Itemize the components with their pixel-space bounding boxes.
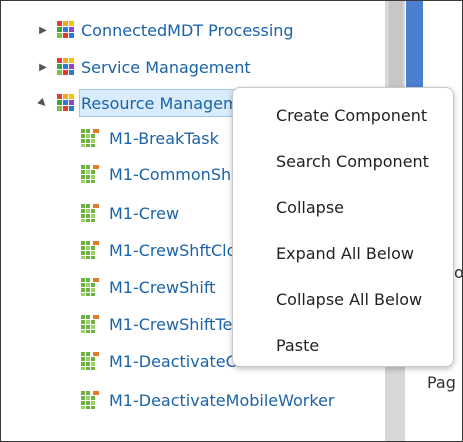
- tree-item-service-management[interactable]: ▶ Service Management: [37, 54, 251, 80]
- menu-item-expand-all-below[interactable]: Expand All Below: [276, 244, 414, 263]
- tree-item-label: ConnectedMDT Processing: [81, 20, 294, 40]
- tree-item-label: Resource Managem: [81, 93, 239, 113]
- menu-item-create-component[interactable]: Create Component: [276, 106, 427, 125]
- tree-child-label: M1-CommonShi: [109, 164, 236, 184]
- expand-caret-icon[interactable]: ▶: [37, 24, 49, 36]
- menu-item-paste[interactable]: Paste: [276, 336, 319, 355]
- component-icon: [81, 241, 99, 259]
- component-icon: [81, 165, 99, 183]
- tree-child-item[interactable]: M1-BreakTask: [81, 125, 219, 151]
- context-menu: Create Component Search Component Collap…: [232, 87, 454, 367]
- tree-child-label: M1-Crew: [109, 203, 180, 223]
- tree-child-item[interactable]: M1-CrewShiftTer: [81, 311, 239, 337]
- module-grid-icon: [57, 21, 75, 39]
- expand-caret-icon[interactable]: ▶: [37, 61, 49, 73]
- menu-item-collapse-all-below[interactable]: Collapse All Below: [276, 290, 422, 309]
- component-icon: [81, 391, 99, 409]
- tree-item-label: Service Management: [81, 57, 251, 77]
- tree-child-label: M1-BreakTask: [109, 128, 219, 148]
- tree-child-item[interactable]: M1-DeactivateMobileWorker: [81, 387, 334, 413]
- menu-item-collapse[interactable]: Collapse: [276, 198, 344, 217]
- tree-child-label: M1-CrewShftClo: [109, 240, 237, 260]
- tree-item-resource-management[interactable]: ▶ Resource Managem: [35, 90, 239, 116]
- module-grid-icon: [57, 94, 75, 112]
- component-icon: [81, 278, 99, 296]
- partial-page-label: Pag: [427, 373, 456, 392]
- tree-child-label: M1-DeactivateMobileWorker: [109, 390, 335, 410]
- tree-child-label: M1-CrewShiftTer: [109, 314, 239, 334]
- component-icon: [81, 352, 99, 370]
- collapse-caret-icon[interactable]: ▶: [35, 95, 52, 112]
- component-icon: [81, 129, 99, 147]
- tree-child-item[interactable]: M1-CrewShift: [81, 274, 215, 300]
- menu-item-search-component[interactable]: Search Component: [276, 152, 429, 171]
- component-icon: [81, 204, 99, 222]
- tree-item-partial[interactable]: ▶ ConnectedMDT Processing: [37, 17, 294, 43]
- app-frame: ▶ ConnectedMDT Processing ▶ Service Mana…: [0, 0, 463, 442]
- tree-child-label: M1-CrewShift: [109, 277, 216, 297]
- tree-child-item[interactable]: M1-CrewShftClo: [81, 237, 236, 263]
- partial-text: o: [454, 263, 463, 282]
- tree-child-item[interactable]: M1-CommonShi: [81, 161, 236, 187]
- tree-child-item[interactable]: M1-Crew: [81, 200, 179, 226]
- module-grid-icon: [57, 58, 75, 76]
- component-icon: [81, 315, 99, 333]
